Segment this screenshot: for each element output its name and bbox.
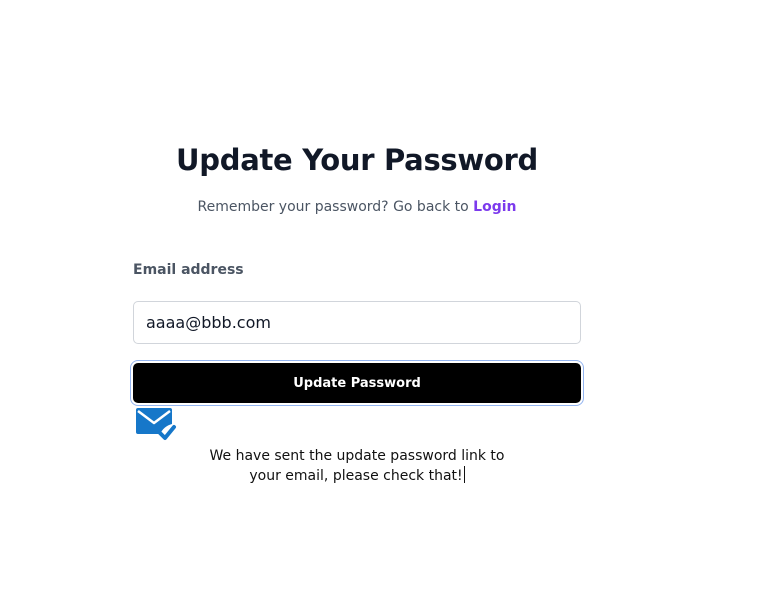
email-field[interactable]	[133, 301, 581, 344]
update-password-page: Update Your Password Remember your passw…	[0, 0, 760, 614]
confirmation-line-2: your email, please check that!	[249, 468, 463, 484]
subtitle: Remember your password? Go back to Login	[133, 197, 581, 217]
update-password-button[interactable]: Update Password	[133, 363, 581, 403]
confirmation-line-2-wrap: your email, please check that!	[195, 466, 519, 486]
login-link[interactable]: Login	[473, 199, 516, 215]
text-caret	[463, 466, 465, 483]
confirmation-message: We have sent the update password link to…	[195, 446, 519, 486]
page-title: Update Your Password	[176, 143, 538, 177]
email-label: Email address	[133, 262, 244, 278]
subtitle-text: Remember your password? Go back to	[197, 199, 474, 215]
confirmation-line-1: We have sent the update password link to	[209, 448, 505, 464]
mail-check-icon	[136, 408, 176, 440]
